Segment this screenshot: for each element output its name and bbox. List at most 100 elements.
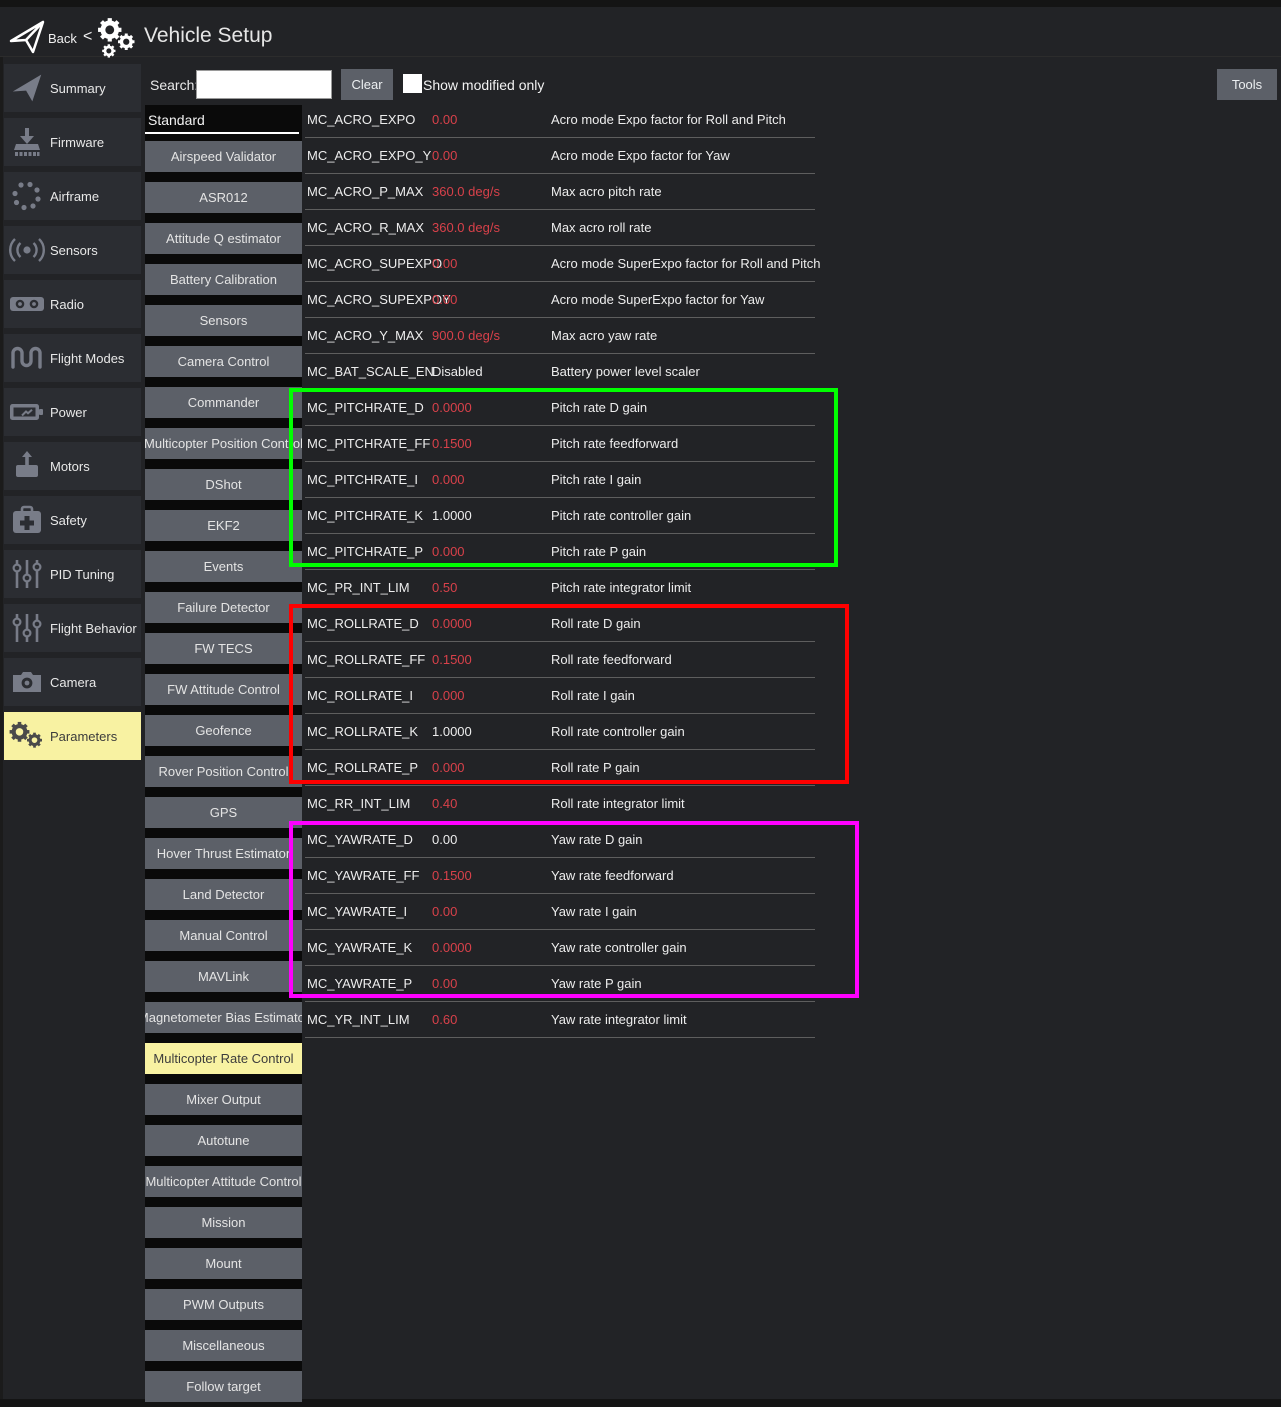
category-multicopter-position-control[interactable]: Multicopter Position Control [145,428,302,459]
parameter-row[interactable]: MC_PITCHRATE_D0.0000Pitch rate D gain [305,390,815,426]
parameter-row[interactable]: MC_PR_INT_LIM0.50Pitch rate integrator l… [305,570,815,606]
parameter-row[interactable]: MC_PITCHRATE_P0.000Pitch rate P gain [305,534,815,570]
param-name: MC_YAWRATE_K [307,940,412,955]
sidebar-item-sensors[interactable]: Sensors [4,226,141,274]
back-chevron-icon[interactable]: < [83,28,92,46]
category-sensors[interactable]: Sensors [145,305,302,336]
parameter-row[interactable]: MC_YAWRATE_FF0.1500Yaw rate feedforward [305,858,815,894]
sidebar-item-pid-tuning[interactable]: PID Tuning [4,550,141,598]
parameter-row[interactable]: MC_YAWRATE_D0.00Yaw rate D gain [305,822,815,858]
parameter-row[interactable]: MC_PITCHRATE_I0.000Pitch rate I gain [305,462,815,498]
category-manual-control[interactable]: Manual Control [145,920,302,951]
sidebar-item-firmware[interactable]: Firmware [4,118,141,166]
parameter-row[interactable]: MC_ACRO_SUPEXPO0.00Acro mode SuperExpo f… [305,246,815,282]
parameter-row[interactable]: MC_ACRO_SUPEXPOY0.00Acro mode SuperExpo … [305,282,815,318]
category-autotune[interactable]: Autotune [145,1125,302,1156]
parameter-row[interactable]: MC_YR_INT_LIM0.60Yaw rate integrator lim… [305,1002,815,1038]
category-commander[interactable]: Commander [145,387,302,418]
parameter-row[interactable]: MC_ROLLRATE_K1.0000Roll rate controller … [305,714,815,750]
category-mission[interactable]: Mission [145,1207,302,1238]
gears-icon [4,719,50,753]
param-value: 0.0000 [432,616,472,631]
category-rover-position-control[interactable]: Rover Position Control [145,756,302,787]
parameter-row[interactable]: MC_YAWRATE_K0.0000Yaw rate controller ga… [305,930,815,966]
parameter-row[interactable]: MC_RR_INT_LIM0.40Roll rate integrator li… [305,786,815,822]
sidebar-item-flight-modes[interactable]: Flight Modes [4,334,141,382]
sidebar-item-flight-behavior[interactable]: Flight Behavior [4,604,141,652]
category-mavlink[interactable]: MAVLink [145,961,302,992]
param-name: MC_ROLLRATE_K [307,724,418,739]
sidebar-item-parameters[interactable]: Parameters [4,712,141,760]
category-airspeed-validator[interactable]: Airspeed Validator [145,141,302,172]
category-camera-control[interactable]: Camera Control [145,346,302,377]
category-fw-tecs[interactable]: FW TECS [145,633,302,664]
category-multicopter-rate-control[interactable]: Multicopter Rate Control [145,1043,302,1074]
param-name: MC_PITCHRATE_FF [307,436,430,451]
header-bar: Back < Vehicle Setup [0,7,1281,57]
sidebar-item-power[interactable]: Power [4,388,141,436]
sidebar-item-radio[interactable]: Radio [4,280,141,328]
sidebar-item-airframe[interactable]: Airframe [4,172,141,220]
category-gps[interactable]: GPS [145,797,302,828]
param-value: 360.0 deg/s [432,220,500,235]
param-value: 0.00 [432,148,457,163]
category-follow-target[interactable]: Follow target [145,1371,302,1402]
parameter-row[interactable]: MC_PITCHRATE_FF0.1500Pitch rate feedforw… [305,426,815,462]
category-miscellaneous[interactable]: Miscellaneous [145,1330,302,1361]
parameter-row[interactable]: MC_ROLLRATE_D0.0000Roll rate D gain [305,606,815,642]
signal-icon [4,236,50,264]
category-failure-detector[interactable]: Failure Detector [145,592,302,623]
category-mount[interactable]: Mount [145,1248,302,1279]
param-value: 0.0000 [432,940,472,955]
sidebar-item-safety[interactable]: Safety [4,496,141,544]
parameter-row[interactable]: MC_ACRO_Y_MAX900.0 deg/sMax acro yaw rat… [305,318,815,354]
app-logo-paper-plane-icon [8,19,46,55]
page-title: Vehicle Setup [144,24,272,48]
category-mixer-output[interactable]: Mixer Output [145,1084,302,1115]
search-input[interactable] [196,70,332,99]
category-geofence[interactable]: Geofence [145,715,302,746]
parameter-row[interactable]: MC_PITCHRATE_K1.0000Pitch rate controlle… [305,498,815,534]
param-description: Roll rate P gain [551,760,640,775]
parameter-row[interactable]: MC_ACRO_P_MAX360.0 deg/sMax acro pitch r… [305,174,815,210]
param-description: Max acro yaw rate [551,328,657,343]
param-name: MC_YAWRATE_P [307,976,412,991]
parameter-row[interactable]: MC_BAT_SCALE_ENDisabledBattery power lev… [305,354,815,390]
param-value: 0.00 [432,832,457,847]
category-fw-attitude-control[interactable]: FW Attitude Control [145,674,302,705]
param-value: 360.0 deg/s [432,184,500,199]
category-attitude-q-estimator[interactable]: Attitude Q estimator [145,223,302,254]
back-button[interactable]: Back [48,31,77,46]
sidebar-item-summary[interactable]: Summary [4,64,141,112]
param-value: 0.00 [432,256,457,271]
parameter-row[interactable]: MC_ROLLRATE_FF0.1500Roll rate feedforwar… [305,642,815,678]
category-hover-thrust-estimator[interactable]: Hover Thrust Estimator [145,838,302,869]
category-ekf2[interactable]: EKF2 [145,510,302,541]
param-value: 0.50 [432,580,457,595]
param-name: MC_ACRO_EXPO [307,112,415,127]
parameter-row[interactable]: MC_ROLLRATE_P0.000Roll rate P gain [305,750,815,786]
category-dshot[interactable]: DShot [145,469,302,500]
sidebar-item-motors[interactable]: Motors [4,442,141,490]
param-description: Pitch rate controller gain [551,508,691,523]
battery-icon [4,401,50,423]
category-battery-calibration[interactable]: Battery Calibration [145,264,302,295]
param-value: 0.60 [432,1012,457,1027]
parameter-row[interactable]: MC_YAWRATE_P0.00Yaw rate P gain [305,966,815,1002]
param-name: MC_BAT_SCALE_EN [307,364,434,379]
sidebar-item-camera[interactable]: Camera [4,658,141,706]
show-modified-checkbox[interactable] [403,74,422,93]
parameter-row[interactable]: MC_ACRO_EXPO0.00Acro mode Expo factor fo… [305,102,815,138]
parameter-row[interactable]: MC_ACRO_R_MAX360.0 deg/sMax acro roll ra… [305,210,815,246]
category-asr012[interactable]: ASR012 [145,182,302,213]
category-magnetometer-bias-estimator[interactable]: Magnetometer Bias Estimator [145,1002,302,1033]
category-events[interactable]: Events [145,551,302,582]
category-pwm-outputs[interactable]: PWM Outputs [145,1289,302,1320]
parameter-row[interactable]: MC_ROLLRATE_I0.000Roll rate I gain [305,678,815,714]
category-multicopter-attitude-control[interactable]: Multicopter Attitude Control [145,1166,302,1197]
category-land-detector[interactable]: Land Detector [145,879,302,910]
parameter-row[interactable]: MC_ACRO_EXPO_Y0.00Acro mode Expo factor … [305,138,815,174]
parameter-row[interactable]: MC_YAWRATE_I0.00Yaw rate I gain [305,894,815,930]
clear-button[interactable]: Clear [341,69,393,100]
tools-button[interactable]: Tools [1217,69,1277,100]
